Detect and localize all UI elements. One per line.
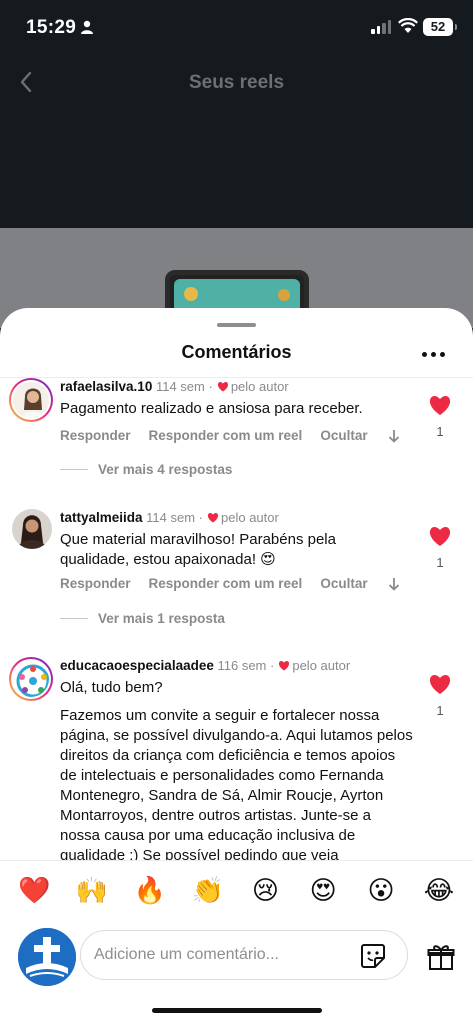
page-title: Seus reels bbox=[188, 72, 285, 93]
more-options-icon[interactable] bbox=[422, 346, 450, 362]
status-bar: 15:29 52 bbox=[0, 0, 473, 56]
heart-icon bbox=[217, 382, 228, 392]
avatar[interactable] bbox=[9, 657, 53, 701]
comment-username[interactable]: tattyalmeiida bbox=[60, 510, 143, 525]
hide-button[interactable]: Ocultar bbox=[320, 576, 367, 591]
comments-sheet: Comentários rafaelasilva.10 114 sem · pel… bbox=[0, 308, 473, 1024]
comment-actions: Responder Responder com um reel Ocultar bbox=[60, 428, 400, 443]
heart-icon bbox=[207, 513, 219, 523]
author-like-label: pelo autor bbox=[230, 379, 289, 394]
top-nav: Seus reels bbox=[0, 60, 473, 104]
comment-age: 114 sem bbox=[146, 510, 196, 525]
comment-meta: rafaelasilva.10 114 sem · pelo autor bbox=[60, 379, 289, 394]
like-count: 1 bbox=[436, 555, 444, 570]
comment-text: Pagamento realizado e ansiosa para receb… bbox=[60, 400, 363, 417]
like-count: 1 bbox=[436, 703, 444, 718]
download-arrow-icon[interactable] bbox=[388, 577, 400, 591]
status-time: 15:29 bbox=[26, 17, 77, 38]
replies-line bbox=[60, 469, 88, 470]
heart-icon bbox=[279, 661, 290, 671]
sticker-icon[interactable] bbox=[359, 942, 387, 970]
hide-button[interactable]: Ocultar bbox=[320, 428, 367, 443]
comment-composer: Adicione um comentário... bbox=[0, 920, 473, 998]
reply-with-reel-button[interactable]: Responder com um reel bbox=[149, 428, 303, 443]
comment-actions: Responder Responder com um reel Ocultar bbox=[60, 576, 400, 591]
signal-icon bbox=[371, 20, 391, 34]
reply-button[interactable]: Responder bbox=[60, 576, 131, 591]
comment-meta: educacaoespecialaadee 116 sem · pelo auto… bbox=[60, 658, 351, 673]
author-like-label: pelo autor bbox=[221, 510, 279, 525]
wifi-icon bbox=[398, 18, 418, 33]
emoji-laughing[interactable]: 😂 bbox=[423, 875, 455, 906]
emoji-clapping[interactable]: 👏 bbox=[192, 875, 224, 906]
emoji-heart[interactable]: ❤️ bbox=[18, 875, 50, 906]
view-replies[interactable]: Ver mais 4 respostas bbox=[60, 462, 232, 477]
author-like-label: pelo autor bbox=[292, 658, 351, 673]
sheet-drag-handle[interactable] bbox=[217, 323, 256, 327]
comment-meta: tattyalmeiida 114 sem · pelo autor bbox=[60, 510, 279, 525]
like-heart-icon[interactable] bbox=[428, 394, 452, 416]
comment-username[interactable]: educacaoespecialaadee bbox=[60, 658, 214, 673]
like-heart-icon[interactable] bbox=[428, 673, 452, 695]
comment-age: 116 sem bbox=[217, 658, 267, 673]
download-arrow-icon[interactable] bbox=[388, 429, 400, 443]
comment-input-placeholder: Adicione um comentário... bbox=[94, 946, 279, 963]
emoji-fire[interactable]: 🔥 bbox=[134, 875, 166, 906]
emoji-surprised[interactable]: 😮 bbox=[365, 875, 397, 906]
comment-age: 114 sem bbox=[155, 379, 205, 394]
avatar[interactable] bbox=[9, 378, 53, 422]
comments-list[interactable]: rafaelasilva.10 114 sem · pelo autor Paga… bbox=[0, 378, 473, 860]
comment-text: Fazemos um convite a seguir e fortalecer… bbox=[60, 707, 413, 860]
avatar[interactable] bbox=[12, 509, 52, 549]
gift-icon[interactable] bbox=[426, 942, 456, 972]
comment-greeting: Olá, tudo bem? bbox=[60, 679, 163, 696]
like-count: 1 bbox=[436, 424, 444, 439]
emoji-reaction-bar: ❤️ 🙌 🔥 👏 😢 😍 😮 😂 bbox=[0, 860, 473, 920]
view-replies-label[interactable]: Ver mais 1 resposta bbox=[98, 611, 225, 626]
emoji-raised-hands[interactable]: 🙌 bbox=[76, 875, 108, 906]
person-icon bbox=[81, 20, 93, 34]
battery-indicator: 52 bbox=[423, 18, 457, 36]
sheet-title: Comentários bbox=[181, 342, 292, 362]
comment-username[interactable]: rafaelasilva.10 bbox=[60, 379, 152, 394]
reply-with-reel-button[interactable]: Responder com um reel bbox=[149, 576, 303, 591]
reply-button[interactable]: Responder bbox=[60, 428, 131, 443]
emoji-heart-eyes[interactable]: 😍 bbox=[307, 875, 339, 906]
view-replies[interactable]: Ver mais 1 resposta bbox=[60, 611, 225, 626]
comment-input[interactable]: Adicione um comentário... bbox=[80, 930, 408, 980]
view-replies-label[interactable]: Ver mais 4 respostas bbox=[98, 462, 232, 477]
like-heart-icon[interactable] bbox=[428, 525, 452, 547]
comment-text: Que material maravilhoso! Parabéns pela … bbox=[60, 531, 336, 568]
replies-line bbox=[60, 618, 88, 619]
home-indicator bbox=[152, 1008, 322, 1013]
emoji-crying[interactable]: 😢 bbox=[249, 875, 281, 906]
my-avatar bbox=[18, 928, 76, 986]
